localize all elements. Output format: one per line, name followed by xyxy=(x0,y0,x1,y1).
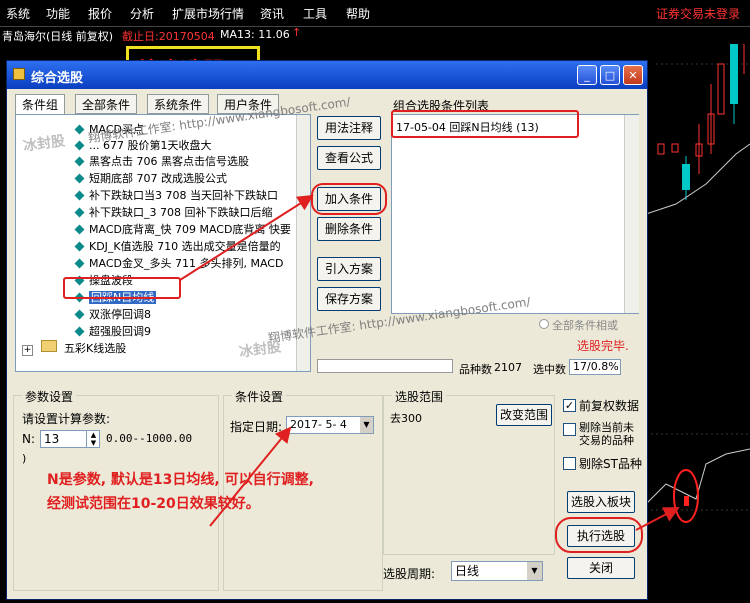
arrow-tree-to-add xyxy=(179,194,314,281)
arrow-params-to-date xyxy=(209,426,292,527)
arrow-run-to-chart xyxy=(635,507,680,531)
annotation-arrows xyxy=(179,194,680,531)
